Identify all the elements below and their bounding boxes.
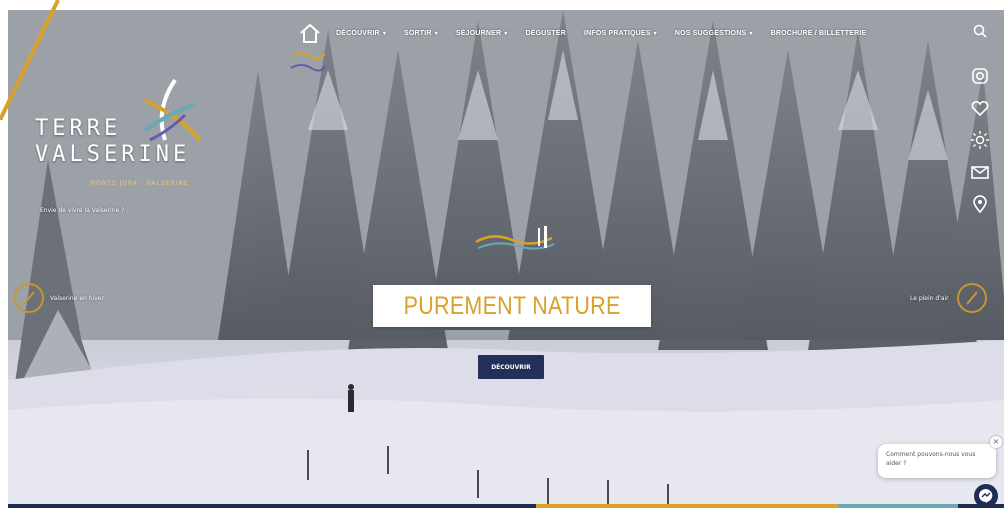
tagline: Envie de vivre la Valserine ?: [40, 207, 125, 214]
next-arrow-icon[interactable]: [956, 283, 987, 313]
mail-icon[interactable]: [970, 162, 990, 182]
chat-bubble[interactable]: Comment pouvons-nous vous aider ?: [878, 444, 996, 478]
instagram-icon[interactable]: [970, 66, 990, 86]
slider-next[interactable]: Le plein d'air: [910, 283, 987, 313]
prev-label: Valserine en hiver: [50, 294, 104, 302]
discover-button[interactable]: DÉCOUVRIR: [478, 355, 544, 379]
sun-icon[interactable]: [970, 130, 990, 150]
slider-prev[interactable]: Valserine en hiver: [14, 283, 104, 313]
bottom-color-bar: [8, 504, 1004, 508]
main-navigation: DÉCOUVRIR ▾ SORTIR ▾ SÉJOURNER ▾ DÉGUSTER I…: [298, 22, 884, 44]
nav-item-deguster[interactable]: DÉGUSTER: [526, 30, 567, 37]
hero-title-box: PUREMENT NATURE: [373, 285, 651, 327]
bottom-bar-gold-segment: [536, 504, 838, 508]
logo-line-1: TERRE: [35, 116, 122, 141]
decorative-brushstroke: [475, 226, 555, 250]
search-icon[interactable]: [973, 24, 987, 38]
nav-item-brochure-billetterie[interactable]: BROCHURE / BILLETTERIE: [771, 30, 867, 37]
nav-item-infos-pratiques[interactable]: INFOS PRATIQUES ▾: [584, 30, 657, 37]
location-icon[interactable]: [970, 194, 990, 214]
logo-wordmark[interactable]: TERRE VALSERINE: [35, 116, 190, 168]
active-nav-indicator: [290, 52, 326, 72]
hero-title: PUREMENT NATURE: [403, 291, 621, 320]
home-icon[interactable]: [298, 22, 322, 44]
chat-text: Comment pouvons-nous vous aider ?: [886, 451, 976, 467]
logo-line-2: VALSERINE: [35, 142, 191, 167]
bottom-bar-teal-segment: [838, 504, 958, 508]
nav-item-sejourner[interactable]: SÉJOURNER ▾: [456, 30, 508, 37]
prev-arrow-icon[interactable]: [14, 283, 44, 313]
nav-item-nos-suggestions[interactable]: NOS SUGGESTIONS ▾: [675, 30, 753, 37]
nav-item-sortir[interactable]: SORTIR ▾: [404, 30, 438, 37]
next-label: Le plein d'air: [910, 294, 949, 302]
logo-subtitle: MONTS JURA · VALSERINE: [90, 180, 189, 187]
heart-icon[interactable]: [970, 98, 990, 118]
nav-item-decouvrir[interactable]: DÉCOUVRIR ▾: [336, 30, 386, 37]
chat-close-icon[interactable]: ×: [990, 436, 1002, 448]
social-icon-bar: [970, 66, 990, 214]
